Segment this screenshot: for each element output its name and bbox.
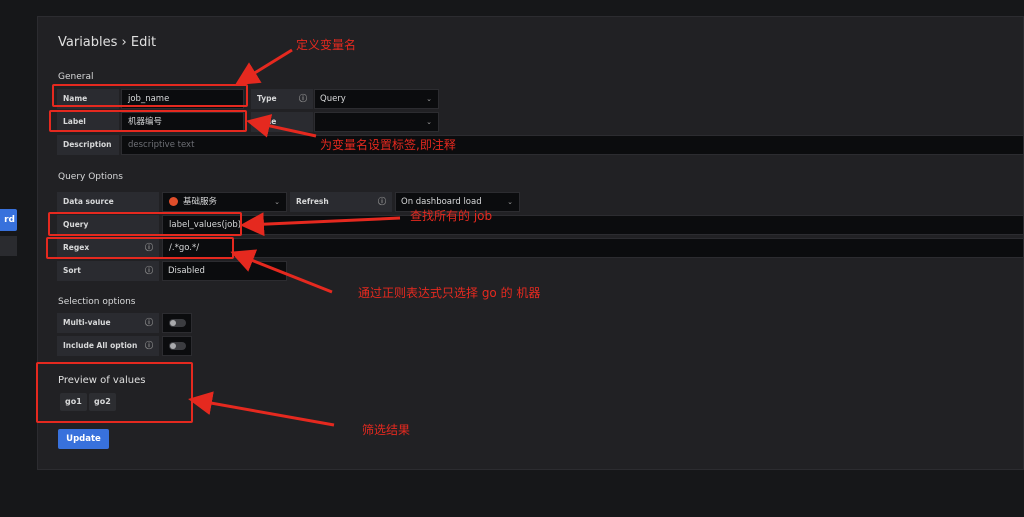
annotation-note-preview: 筛选结果 [362, 423, 411, 437]
annotation-arrow-preview [188, 391, 335, 427]
annotation-arrows [188, 48, 401, 427]
annotation-arrow-regex [230, 249, 333, 294]
annotation-note-name: 定义变量名 [296, 38, 357, 52]
annotation-arrow-query [240, 212, 401, 237]
annotation-note-label: 为变量名设置标签,即注释 [320, 138, 456, 152]
annotation-note-query: 查找所有的 job [410, 209, 493, 223]
annotation-note-regex: 通过正则表达式只选择 go 的 机器 [358, 286, 541, 300]
annotation-arrow-label [246, 114, 317, 138]
annotation-arrow-name [234, 48, 293, 86]
